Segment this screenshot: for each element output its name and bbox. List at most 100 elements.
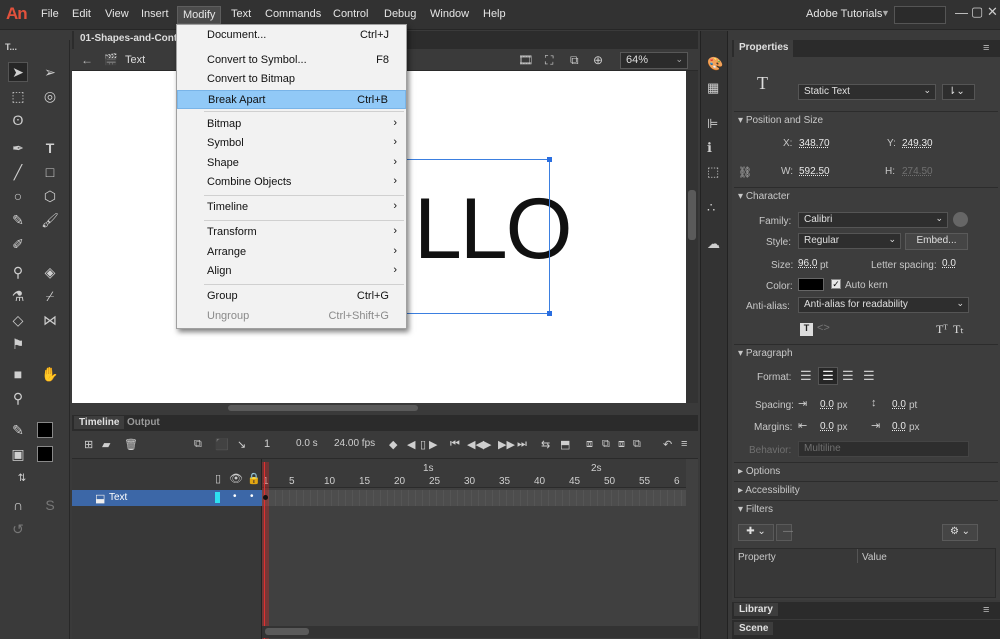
chevron-down-icon[interactable]: ▼ — [881, 8, 890, 18]
next-frame-nav-icon[interactable]: ▶ — [429, 438, 437, 451]
paint-brush-tool-icon[interactable]: ✐ — [8, 234, 28, 254]
text-color-swatch[interactable] — [798, 278, 824, 291]
pen-tool-icon[interactable]: ✒ — [8, 138, 28, 158]
lasso-tool-icon[interactable]: ʘ — [8, 110, 28, 130]
line-spacing-value[interactable]: 0.0 — [892, 399, 906, 410]
width-tool-icon[interactable]: ⋈ — [40, 310, 60, 330]
auto-kern-checkbox[interactable]: ✓ — [831, 279, 841, 289]
font-globe-icon[interactable] — [953, 212, 968, 227]
menu-item-convert-to-symbol[interactable]: Convert to Symbol... F8 — [177, 51, 406, 70]
w-value[interactable]: 592.50 — [799, 166, 830, 177]
free-transform-tool-icon[interactable]: ⬚ — [8, 86, 28, 106]
cc-libraries-icon[interactable]: ☁ — [707, 236, 720, 252]
left-margin-value[interactable]: 0.0 — [820, 421, 834, 432]
selection-handle[interactable] — [547, 157, 552, 162]
color-panel-icon[interactable]: 🎨 — [707, 56, 723, 72]
close-icon[interactable]: ✕ — [987, 4, 998, 20]
center-frame-icon[interactable]: ◆ — [389, 438, 397, 451]
menu-window[interactable]: Window — [430, 8, 469, 20]
align-center-icon[interactable]: ☰ — [818, 367, 838, 385]
loop-icon[interactable]: ⇆ — [541, 438, 550, 451]
anti-alias-dropdown[interactable]: Anti-alias for readability ⌄ — [798, 297, 969, 313]
step-forward-icon[interactable]: ▶▶ — [498, 438, 515, 451]
polystar-tool-icon[interactable]: ⬡ — [40, 186, 60, 206]
section-paragraph[interactable]: ▾ Paragraph — [734, 344, 998, 362]
menu-item-break-apart[interactable]: Break Apart Ctrl+B — [177, 90, 406, 109]
text-tool-icon[interactable]: T — [40, 138, 60, 158]
eyedropper-tool-icon[interactable]: ⌿ — [40, 286, 60, 306]
stroke-color-icon[interactable]: ✎ — [8, 420, 28, 440]
first-frame-icon[interactable]: ⏮ — [450, 438, 460, 451]
align-panel-icon[interactable]: ⊫ — [707, 116, 718, 132]
brush-tool-icon[interactable]: 🖌 — [40, 210, 60, 230]
paint-bucket-tool-icon[interactable]: ◈ — [40, 262, 60, 282]
panel-menu-icon[interactable]: ≡ — [983, 604, 989, 616]
pencil-tool-icon[interactable]: ✎ — [8, 210, 28, 230]
lock-icon[interactable]: 🔒 — [247, 472, 261, 485]
text-orientation-dropdown[interactable]: ⇂⌄ — [942, 84, 975, 100]
align-left-icon[interactable]: ☰ — [800, 368, 812, 384]
letter-spacing-value[interactable]: 0.0 — [942, 258, 956, 269]
fill-color-swatch[interactable] — [37, 446, 53, 462]
document-tab[interactable]: 01-Shapes-and-Conta — [74, 31, 189, 49]
camera-tool-icon[interactable]: ■ — [8, 364, 28, 384]
section-options[interactable]: ▸ Options — [734, 462, 998, 480]
frame-row[interactable] — [262, 490, 686, 506]
text-type-dropdown[interactable]: Static Text ⌄ — [798, 84, 936, 100]
align-right-icon[interactable]: ☰ — [842, 368, 854, 384]
embed-button[interactable]: Embed... — [905, 233, 968, 250]
maximize-icon[interactable]: ▢ — [971, 4, 983, 20]
menu-item-symbol[interactable]: Symbol › — [177, 134, 406, 153]
timeline-scrollbar[interactable] — [262, 626, 698, 638]
selection-tool-icon[interactable]: ➤ — [8, 62, 28, 82]
filter-options-button[interactable]: ⚙ ⌄ — [942, 524, 978, 541]
tools-collapse-icon[interactable]: T... — [0, 40, 22, 54]
subselection-tool-icon[interactable]: ➢ — [40, 62, 60, 82]
menu-view[interactable]: View — [105, 8, 129, 20]
menu-item-transform[interactable]: Transform › — [177, 223, 406, 242]
zoom-tool-icon[interactable]: ⚲ — [8, 388, 28, 408]
section-filters[interactable]: ▾ Filters — [734, 500, 998, 518]
straighten-icon[interactable]: ↺ — [8, 519, 28, 539]
frame-rate[interactable]: 24.00 fps — [334, 438, 375, 449]
delete-layer-icon[interactable]: 🗑 — [124, 438, 138, 451]
font-family-dropdown[interactable]: Calibri ⌄ — [798, 212, 948, 228]
edit-multiple-frames-icon[interactable]: ⧉ — [602, 438, 610, 451]
zoom-dropdown[interactable]: 64% ⌄ — [620, 52, 688, 69]
stage-scroll-thumb[interactable] — [228, 405, 418, 411]
new-layer-icon[interactable]: ⊞ — [84, 438, 93, 451]
3d-rotation-tool-icon[interactable]: ◎ — [40, 86, 60, 106]
font-size-value[interactable]: 96.0 — [798, 258, 817, 269]
play-icon[interactable]: ▶ — [483, 438, 491, 451]
subscript-icon[interactable]: Tₜ — [953, 322, 964, 337]
tab-scene[interactable]: Scene — [734, 622, 774, 635]
layer-lock-dot[interactable]: • — [250, 491, 254, 502]
layer-parenting-icon[interactable]: ⧉ — [194, 438, 202, 451]
stage-vscroll-thumb[interactable] — [688, 190, 696, 240]
prev-frame-nav-icon[interactable]: ◀ — [407, 438, 415, 451]
justify-icon[interactable]: ☰ — [863, 368, 875, 384]
step-back-icon[interactable]: ◀◀ — [467, 438, 484, 451]
remove-filter-button[interactable]: — — [776, 524, 793, 541]
section-position-size[interactable]: ▾ Position and Size — [734, 111, 998, 129]
edit-scene-icon[interactable]: 🎞 — [518, 53, 533, 67]
pin-tool-icon[interactable]: ⚑ — [8, 334, 28, 354]
camera-layer-icon[interactable]: ⬛ — [215, 438, 229, 451]
menu-item-convert-to-bitmap[interactable]: Convert to Bitmap — [177, 70, 406, 89]
minimize-icon[interactable]: — — [955, 5, 968, 20]
selection-handle[interactable] — [547, 311, 552, 316]
menu-modify[interactable]: Modify — [177, 6, 222, 24]
x-value[interactable]: 348.70 — [799, 138, 830, 149]
timeline-scroll-thumb[interactable] — [265, 628, 309, 635]
edit-symbol-icon[interactable]: ⛶ — [545, 53, 553, 68]
font-style-dropdown[interactable]: Regular ⌄ — [798, 233, 901, 249]
add-filter-button[interactable]: ✚ ⌄ — [738, 524, 774, 541]
motion-presets-icon[interactable]: ∴ — [707, 200, 715, 216]
ink-bottle-tool-icon[interactable]: ⚗ — [8, 286, 28, 306]
link-constrain-icon[interactable]: ⛓ — [738, 166, 752, 179]
selectable-text-icon[interactable]: T — [800, 323, 813, 336]
frame-options-icon[interactable]: ⧉ — [633, 438, 641, 451]
menu-control[interactable]: Control — [333, 8, 368, 20]
swap-colors-icon[interactable]: ⇅ — [12, 468, 32, 488]
swatches-icon[interactable]: ▦ — [707, 80, 719, 96]
